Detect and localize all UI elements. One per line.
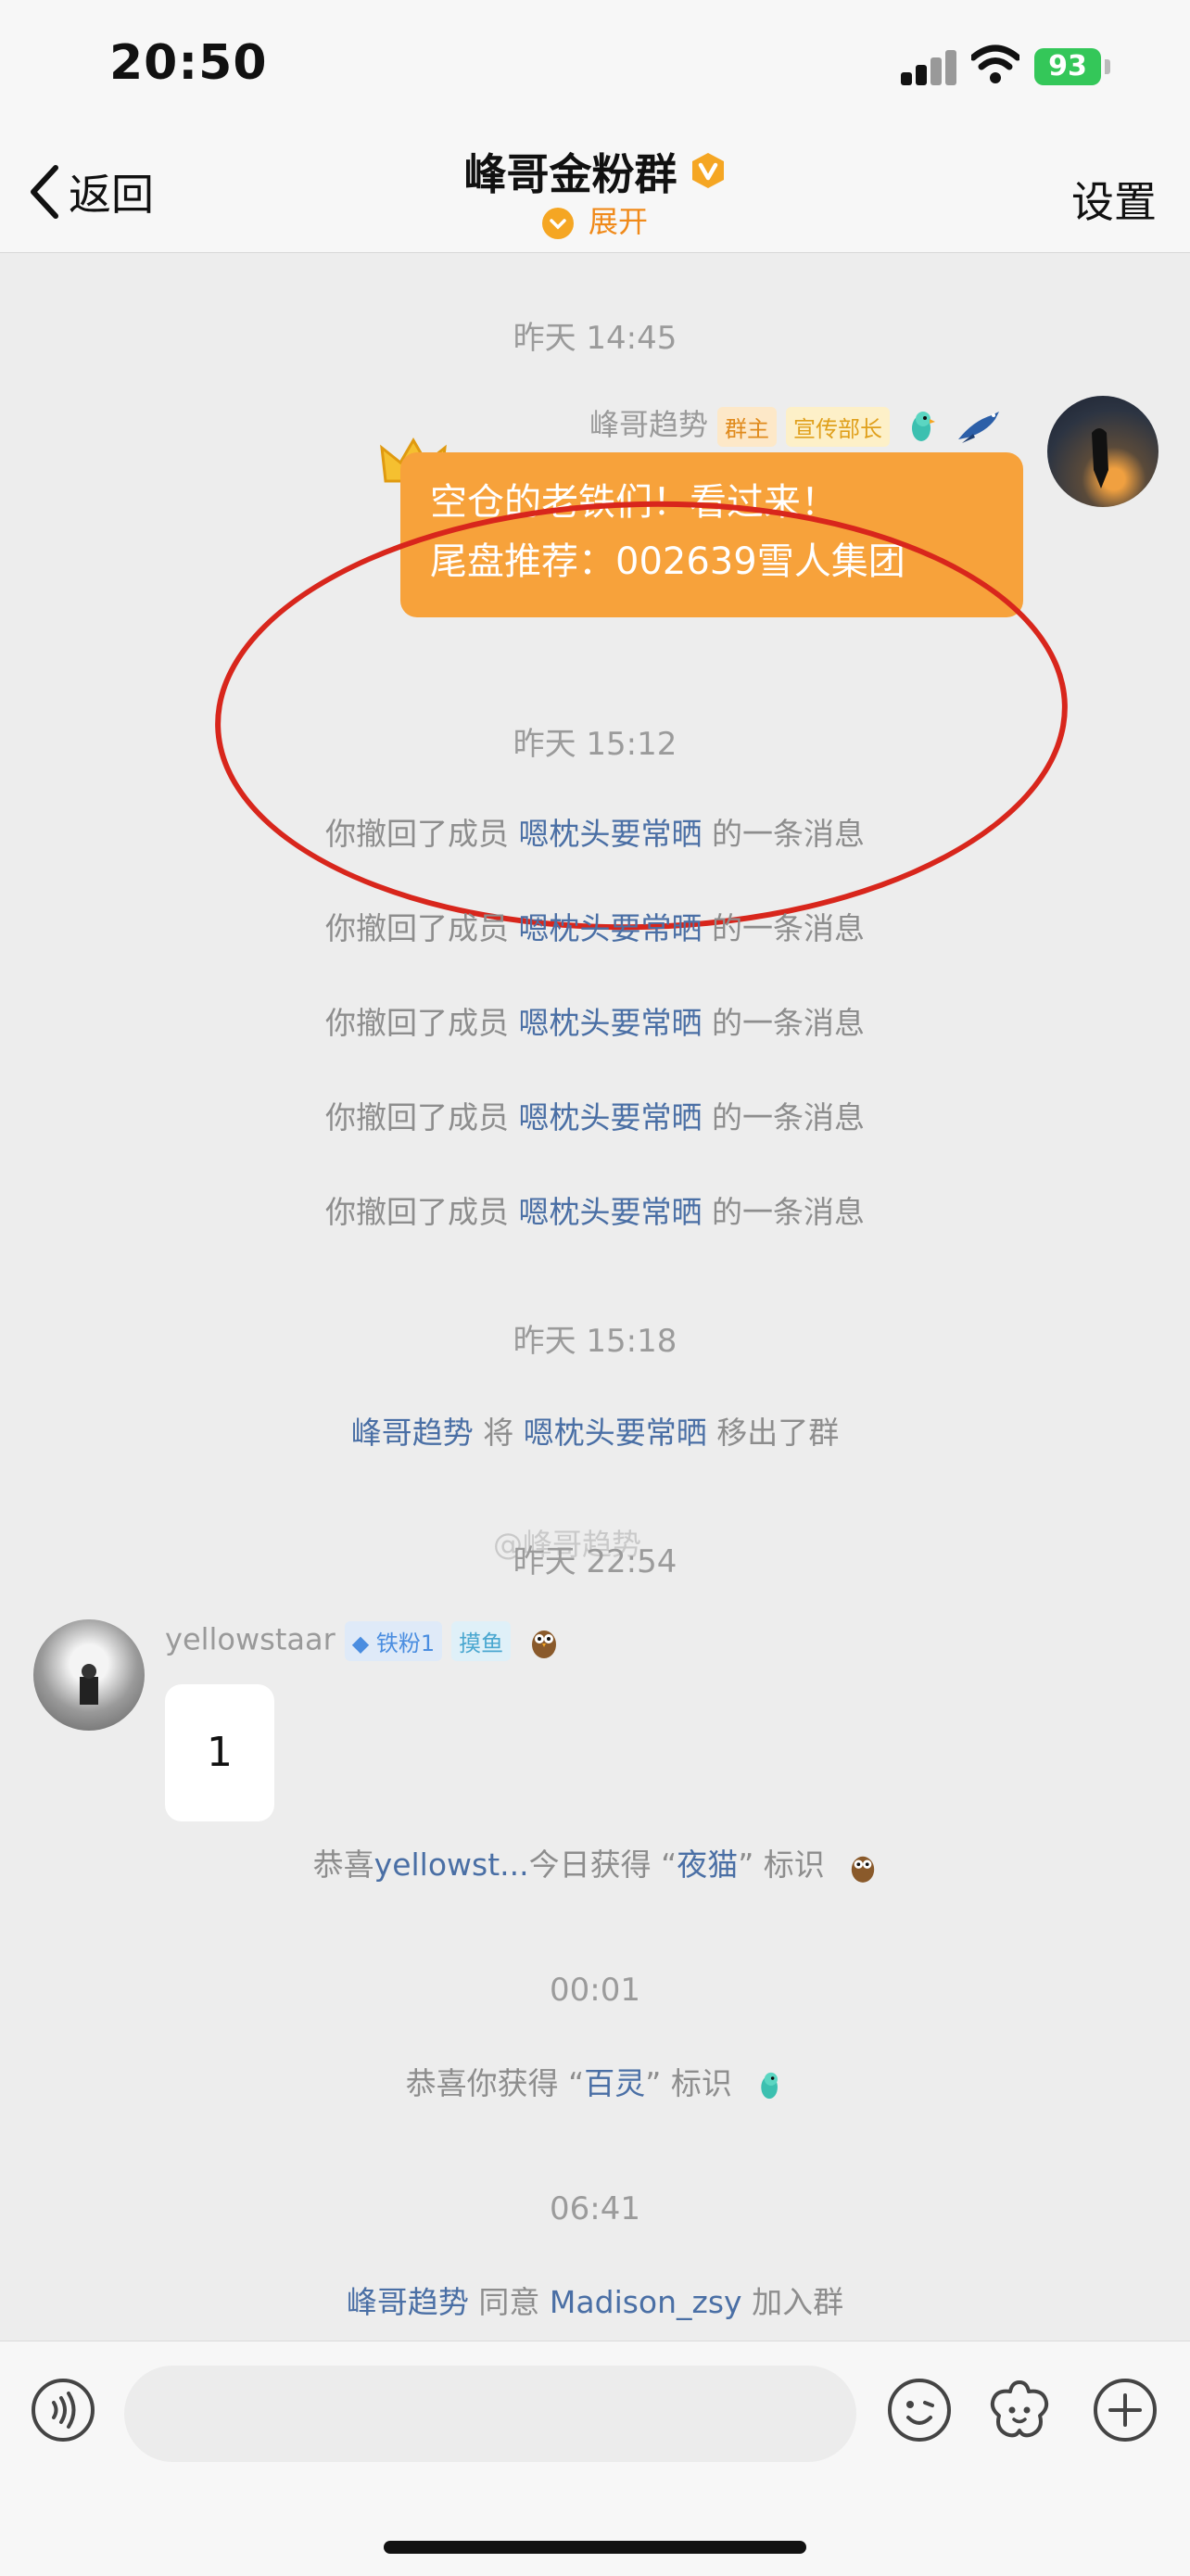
congrats-notice: 恭喜yellowst...今日获得 “夜猫” 标识 xyxy=(0,1840,1190,1884)
sender-row: yellowstaar ◆ 铁粉1 摸鱼 xyxy=(165,1621,559,1661)
recall-suffix: 的一条消息 xyxy=(712,1194,865,1230)
settings-button[interactable]: 设置 xyxy=(1071,169,1157,230)
avatar-silhouette xyxy=(1092,428,1108,489)
timestamp: 昨天 15:18 xyxy=(513,1323,677,1360)
parrot-badge-icon xyxy=(761,2072,779,2099)
recall-suffix: 的一条消息 xyxy=(712,1005,865,1041)
timestamp: 昨天 15:12 xyxy=(513,726,677,763)
congrats-suffix: ” 标识 xyxy=(645,2065,732,2101)
recall-prefix: 你撤回了成员 xyxy=(325,1194,509,1230)
yellowstaar-message-bubble[interactable]: 1 xyxy=(165,1684,274,1821)
group-title[interactable]: 峰哥金粉群 xyxy=(463,141,677,202)
sender-row: 峰哥趋势 群主 宣传部长 xyxy=(589,401,1003,447)
recall-prefix: 你撤回了成员 xyxy=(325,910,509,946)
recall-prefix: 你撤回了成员 xyxy=(325,1005,509,1041)
recall-suffix: 的一条消息 xyxy=(712,1099,865,1136)
actor-link[interactable]: 峰哥趋势 xyxy=(347,2284,469,2320)
chat-header: 返回 峰哥金粉群 展开 设置 xyxy=(0,139,1190,253)
timestamp: 00:01 xyxy=(550,1972,640,2009)
owl-badge-icon xyxy=(532,1630,557,1658)
parrot-badge-icon xyxy=(912,412,936,441)
expand-label: 展开 xyxy=(588,204,648,239)
message-input[interactable] xyxy=(124,2366,856,2462)
recall-suffix: 的一条消息 xyxy=(712,816,865,852)
congrats-suffix: ” 标识 xyxy=(738,1846,825,1883)
recall-prefix: 你撤回了成员 xyxy=(325,1099,509,1136)
dept-tag: 宣传部长 xyxy=(786,406,891,447)
expand-toggle[interactable]: 展开 xyxy=(0,198,1190,241)
congrats-prefix: 恭喜 xyxy=(312,1846,374,1883)
badge-name[interactable]: 夜猫 xyxy=(677,1846,738,1883)
member-link[interactable]: 嗯枕头要常晒 xyxy=(519,910,703,946)
verified-v-icon xyxy=(691,153,724,188)
join-notice: 峰哥趋势 同意 Madison_zsy 加入群 xyxy=(0,2278,1190,2322)
avatar-yellowstaar[interactable] xyxy=(33,1619,145,1731)
avatar-owner[interactable] xyxy=(1047,396,1158,507)
congrats-middle: 今日获得 “ xyxy=(528,1846,677,1883)
congrats-notice: 恭喜你获得 “百灵” 标识 xyxy=(0,2059,1190,2103)
battery-indicator: 93 xyxy=(1034,48,1101,85)
user-link[interactable]: yellowst... xyxy=(374,1846,529,1883)
recall-notice: 你撤回了成员 嗯枕头要常晒 的一条消息 xyxy=(0,998,1190,1043)
join-suffix: 加入群 xyxy=(752,2284,844,2320)
battery-cap xyxy=(1105,59,1110,74)
recall-prefix: 你撤回了成员 xyxy=(325,816,509,852)
recall-notice: 你撤回了成员 嗯枕头要常晒 的一条消息 xyxy=(0,1187,1190,1232)
input-bar xyxy=(0,2341,1190,2576)
sender-name[interactable]: yellowstaar xyxy=(165,1622,335,1657)
add-icon[interactable] xyxy=(1092,2377,1158,2443)
recall-notice: 你撤回了成员 嗯枕头要常晒 的一条消息 xyxy=(0,904,1190,948)
status-time: 20:50 xyxy=(109,35,268,91)
timestamp: 昨天 22:54 xyxy=(513,1543,677,1580)
congrats-prefix: 恭喜你获得 “ xyxy=(405,2065,585,2101)
signal-icon xyxy=(901,48,956,85)
timestamp: 昨天 14:45 xyxy=(513,320,677,357)
fish-tag: 摸鱼 xyxy=(451,1621,512,1661)
removed-suffix: 移出了群 xyxy=(716,1415,840,1451)
join-verb: 同意 xyxy=(478,2284,540,2320)
wifi-icon xyxy=(971,44,1019,83)
recall-notice: 你撤回了成员 嗯枕头要常晒 的一条消息 xyxy=(0,809,1190,854)
badge-name[interactable]: 百灵 xyxy=(584,2065,645,2101)
owl-badge-icon xyxy=(852,1856,875,1883)
member-link[interactable]: Madison_zsy xyxy=(550,2284,742,2320)
timestamp: 06:41 xyxy=(550,2190,640,2227)
sender-name[interactable]: 峰哥趋势 xyxy=(589,407,708,442)
member-link[interactable]: 嗯枕头要常晒 xyxy=(519,816,703,852)
fan-tag-label: 铁粉1 xyxy=(375,1631,436,1656)
member-link[interactable]: 嗯枕头要常晒 xyxy=(519,1194,703,1230)
actor-link[interactable]: 峰哥趋势 xyxy=(351,1415,474,1451)
sticker-icon[interactable] xyxy=(986,2377,1053,2443)
fan-tag: ◆ 铁粉1 xyxy=(344,1621,443,1661)
chat-area[interactable]: 昨天 14:45 峰哥趋势 群主 宣传部长 空仓的老铁们！看过来！ 尾盘推荐：002… xyxy=(0,253,1190,2341)
removed-notice: 峰哥趋势 将 嗯枕头要常晒 移出了群 xyxy=(0,1408,1190,1453)
bird-badge-icon xyxy=(958,412,1000,443)
member-link[interactable]: 嗯枕头要常晒 xyxy=(519,1005,703,1041)
removed-verb: 将 xyxy=(483,1415,514,1451)
owner-tag: 群主 xyxy=(717,406,778,447)
chevron-down-icon xyxy=(541,208,574,239)
member-link[interactable]: 嗯枕头要常晒 xyxy=(519,1099,703,1136)
owner-message-bubble[interactable]: 空仓的老铁们！看过来！ 尾盘推荐：002639雪人集团 xyxy=(400,452,1023,617)
voice-icon[interactable] xyxy=(30,2377,96,2443)
member-link[interactable]: 嗯枕头要常晒 xyxy=(524,1415,707,1451)
message-line-2: 尾盘推荐：002639雪人集团 xyxy=(430,540,905,583)
emoji-icon[interactable] xyxy=(886,2377,953,2443)
avatar-figure xyxy=(80,1664,98,1705)
status-bar: 20:50 93 xyxy=(0,0,1190,139)
message-line-1: 空仓的老铁们！看过来！ xyxy=(430,481,838,524)
recall-suffix: 的一条消息 xyxy=(712,910,865,946)
title-wrap: 峰哥金粉群 xyxy=(0,139,1190,202)
recall-notice: 你撤回了成员 嗯枕头要常晒 的一条消息 xyxy=(0,1093,1190,1137)
home-indicator xyxy=(384,2541,806,2554)
